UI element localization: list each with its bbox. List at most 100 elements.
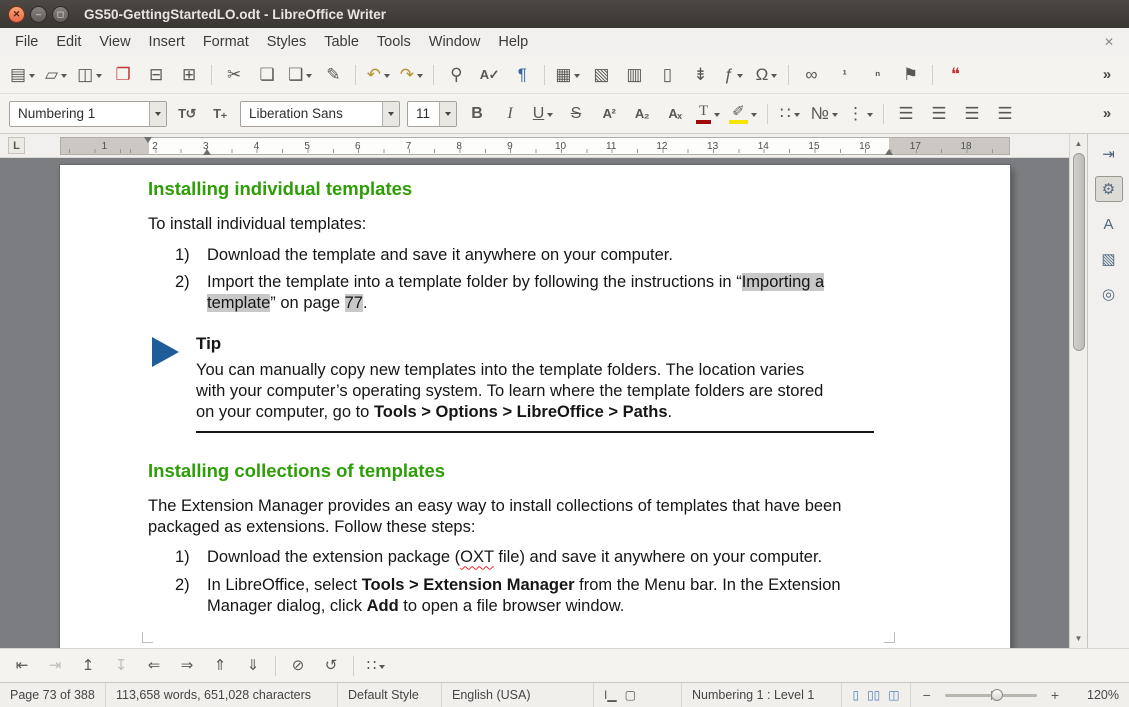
menu-window[interactable]: Window bbox=[420, 30, 490, 54]
align-center-icon[interactable]: ☰ bbox=[924, 100, 954, 128]
demote-level-icon[interactable]: ⇥ bbox=[40, 653, 70, 679]
justify-icon[interactable]: ☰ bbox=[990, 100, 1020, 128]
styles-deck-icon[interactable]: A bbox=[1095, 211, 1123, 237]
move-up-with-subpoints-icon[interactable]: ⇑ bbox=[205, 653, 235, 679]
print-preview-icon[interactable]: ⊞ bbox=[174, 61, 204, 89]
paragraph-style-combo[interactable]: Numbering 1 bbox=[9, 101, 167, 127]
scroll-up-icon[interactable]: ▲ bbox=[1075, 137, 1083, 150]
menu-file[interactable]: File bbox=[6, 30, 47, 54]
zoom-slider[interactable] bbox=[945, 694, 1037, 697]
navigator-deck-icon[interactable]: ◎ bbox=[1095, 281, 1123, 307]
gallery-deck-icon[interactable]: ▧ bbox=[1095, 246, 1123, 272]
new-document-icon[interactable]: ▤ bbox=[7, 61, 38, 89]
print-icon[interactable]: ⊟ bbox=[141, 61, 171, 89]
move-down-icon[interactable]: ↧ bbox=[106, 653, 136, 679]
menu-format[interactable]: Format bbox=[194, 30, 258, 54]
menu-insert[interactable]: Insert bbox=[140, 30, 194, 54]
bullet-list-icon[interactable]: ∷ bbox=[775, 100, 805, 128]
properties-deck-icon[interactable]: ⚙ bbox=[1095, 176, 1123, 202]
menu-tools[interactable]: Tools bbox=[368, 30, 420, 54]
promote-level-icon[interactable]: ⇤ bbox=[7, 653, 37, 679]
copy-icon[interactable]: ❏ bbox=[252, 61, 282, 89]
italic-icon[interactable]: I bbox=[495, 100, 525, 128]
single-page-view-icon[interactable]: ▯ bbox=[852, 688, 859, 702]
superscript-icon[interactable]: A² bbox=[594, 100, 624, 128]
menu-help[interactable]: Help bbox=[489, 30, 537, 54]
zoom-slider-handle[interactable] bbox=[991, 689, 1003, 701]
insert-field-icon[interactable]: ƒ bbox=[718, 61, 748, 89]
window-close-button[interactable]: ✕ bbox=[8, 6, 25, 23]
menu-view[interactable]: View bbox=[90, 30, 139, 54]
clone-formatting-icon[interactable]: ✎ bbox=[318, 61, 348, 89]
status-page-style[interactable]: Default Style bbox=[338, 683, 442, 707]
first-line-indent-marker[interactable] bbox=[144, 137, 152, 147]
insert-table-icon[interactable]: ▦ bbox=[552, 61, 583, 89]
menu-styles[interactable]: Styles bbox=[258, 30, 316, 54]
insert-endnote-icon[interactable]: ⁿ bbox=[862, 61, 892, 89]
new-paragraph-style-icon[interactable]: T₊ bbox=[205, 100, 235, 128]
move-up-icon[interactable]: ↥ bbox=[73, 653, 103, 679]
window-maximize-button[interactable]: ◻ bbox=[52, 6, 69, 23]
bold-icon[interactable]: B bbox=[462, 100, 492, 128]
insert-hyperlink-icon[interactable]: ∞ bbox=[796, 61, 826, 89]
undo-icon[interactable]: ↶ bbox=[363, 61, 393, 89]
book-view-icon[interactable]: ◫ bbox=[888, 688, 899, 702]
strikethrough-icon[interactable]: S bbox=[561, 100, 591, 128]
formatting-marks-icon[interactable]: ¶ bbox=[507, 61, 537, 89]
export-pdf-icon[interactable]: ❐ bbox=[108, 61, 138, 89]
insert-footnote-icon[interactable]: ¹ bbox=[829, 61, 859, 89]
close-document-icon[interactable]: ✕ bbox=[1095, 35, 1123, 49]
highlight-color-icon[interactable]: ✐ bbox=[726, 100, 760, 128]
align-right-icon[interactable]: ☰ bbox=[957, 100, 987, 128]
move-down-with-subpoints-icon[interactable]: ⇓ bbox=[238, 653, 268, 679]
insert-textbox-icon[interactable]: ▯ bbox=[652, 61, 682, 89]
find-replace-icon[interactable]: ⚲ bbox=[441, 61, 471, 89]
status-word-count[interactable]: 113,658 words, 651,028 characters bbox=[106, 683, 338, 707]
menu-edit[interactable]: Edit bbox=[47, 30, 90, 54]
cut-icon[interactable]: ✂ bbox=[219, 61, 249, 89]
zoom-out-button[interactable]: − bbox=[921, 687, 933, 703]
font-color-icon[interactable]: T bbox=[693, 100, 723, 128]
selection-mode-icon[interactable]: ▢ bbox=[625, 688, 636, 702]
toolbar-overflow-icon[interactable]: » bbox=[1092, 61, 1122, 89]
insert-bookmark-icon[interactable]: ⚑ bbox=[895, 61, 925, 89]
font-size-dropdown[interactable] bbox=[439, 102, 456, 126]
left-indent-marker[interactable] bbox=[203, 145, 211, 155]
zoom-level[interactable]: 120% bbox=[1071, 683, 1129, 707]
horizontal-ruler[interactable]: L 123456789101112131415161718 bbox=[0, 134, 1069, 158]
insert-mode-icon[interactable]: I▁ bbox=[604, 688, 617, 702]
ruler-bar[interactable]: 123456789101112131415161718 bbox=[60, 137, 1010, 155]
multi-page-view-icon[interactable]: ▯▯ bbox=[867, 688, 880, 702]
status-language[interactable]: English (USA) bbox=[442, 683, 594, 707]
status-page-number[interactable]: Page 73 of 388 bbox=[0, 683, 106, 707]
zoom-in-button[interactable]: + bbox=[1049, 687, 1061, 703]
promote-with-subpoints-icon[interactable]: ⇐ bbox=[139, 653, 169, 679]
update-paragraph-style-icon[interactable]: T↺ bbox=[172, 100, 202, 128]
scroll-down-icon[interactable]: ▼ bbox=[1075, 632, 1083, 645]
document-page[interactable]: Installing individual templates To insta… bbox=[60, 165, 1010, 648]
paragraph-style-dropdown[interactable] bbox=[149, 102, 166, 126]
underline-icon[interactable]: U bbox=[528, 100, 558, 128]
open-file-icon[interactable]: ▱ bbox=[41, 61, 71, 89]
insert-chart-icon[interactable]: ▥ bbox=[619, 61, 649, 89]
paste-icon[interactable]: ❑ bbox=[285, 61, 315, 89]
numbered-list-icon[interactable]: № bbox=[808, 100, 841, 128]
insert-unnumbered-entry-icon[interactable]: ⊘ bbox=[283, 653, 313, 679]
subscript-icon[interactable]: A₂ bbox=[627, 100, 657, 128]
font-name-dropdown[interactable] bbox=[382, 102, 399, 126]
clear-formatting-icon[interactable]: Aₓ bbox=[660, 100, 690, 128]
insert-special-character-icon[interactable]: Ω bbox=[751, 61, 781, 89]
outline-list-icon[interactable]: ⋮ bbox=[844, 100, 876, 128]
insert-image-icon[interactable]: ▧ bbox=[586, 61, 616, 89]
restart-numbering-icon[interactable]: ↺ bbox=[316, 653, 346, 679]
font-name-combo[interactable]: Liberation Sans bbox=[240, 101, 400, 127]
vertical-scrollbar[interactable]: ▲ ▼ bbox=[1069, 134, 1087, 648]
scrollbar-thumb[interactable] bbox=[1073, 153, 1085, 351]
bullets-and-numbering-icon[interactable]: ∷ bbox=[361, 653, 391, 679]
redo-icon[interactable]: ↷ bbox=[396, 61, 426, 89]
spelling-icon[interactable]: A✓ bbox=[474, 61, 504, 89]
toolbar-overflow-icon[interactable]: » bbox=[1092, 100, 1122, 128]
insert-page-break-icon[interactable]: ⇟ bbox=[685, 61, 715, 89]
window-minimize-button[interactable]: – bbox=[30, 6, 47, 23]
insert-comment-icon[interactable]: ❝ bbox=[940, 61, 970, 89]
